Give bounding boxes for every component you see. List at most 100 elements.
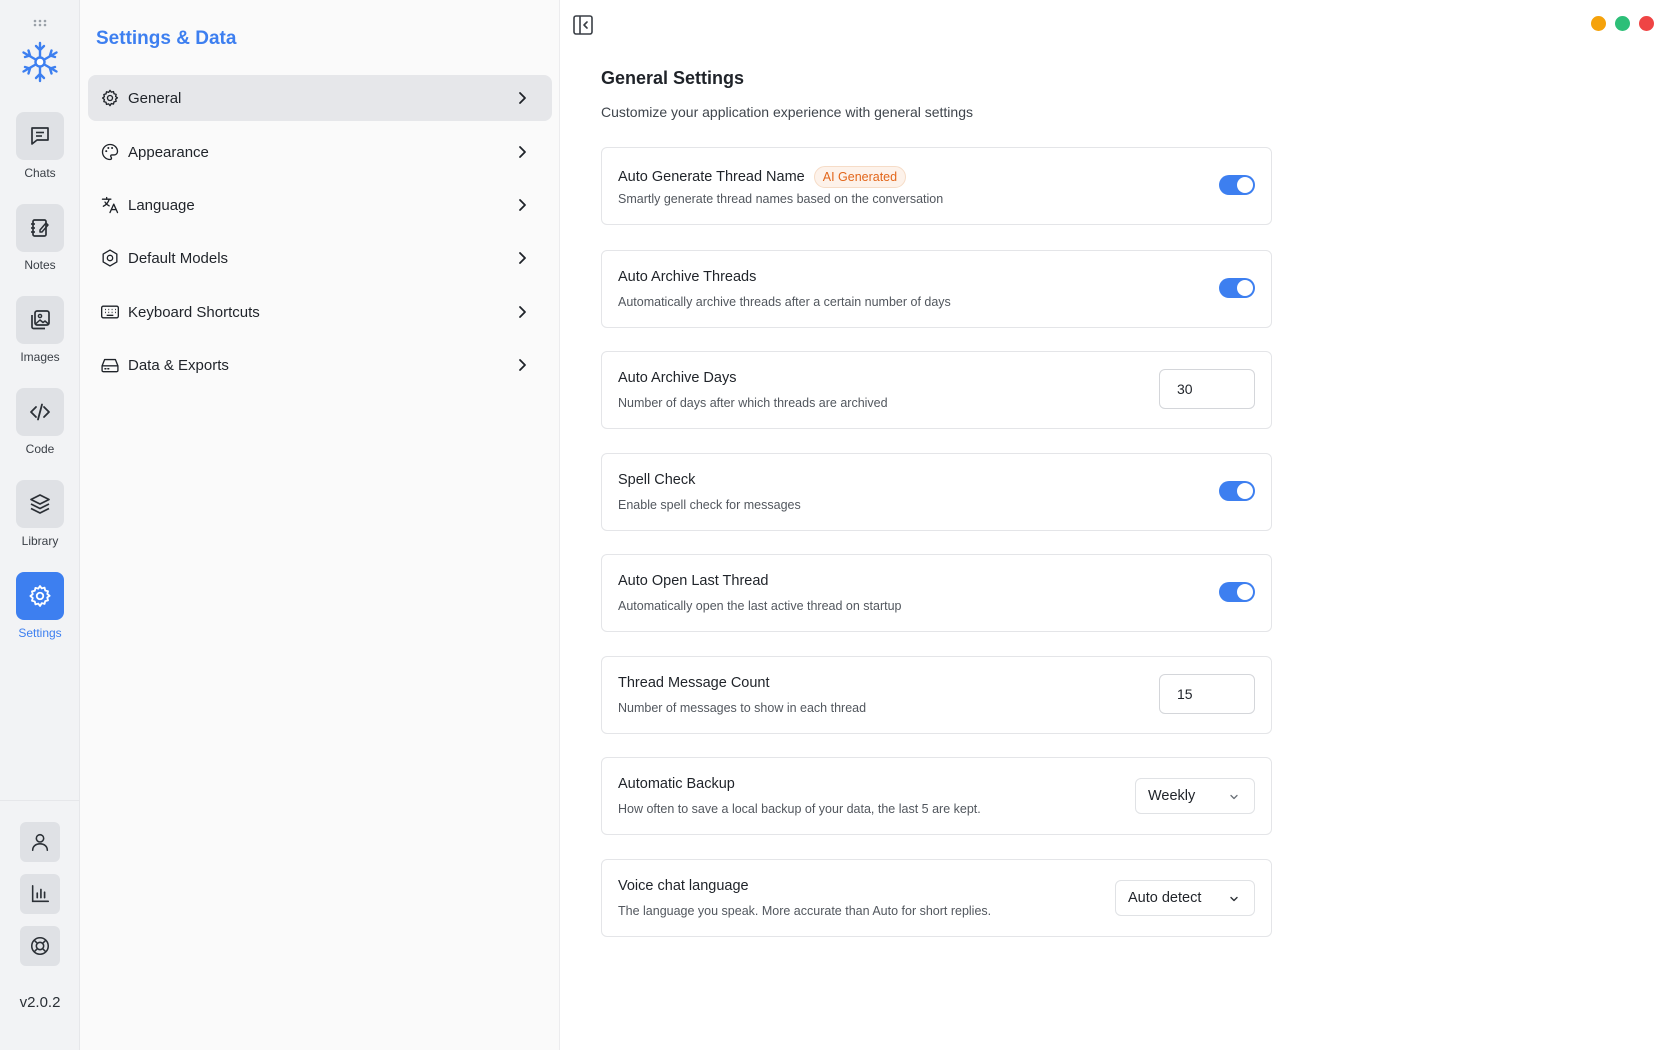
setting-title: Auto Archive Days (618, 370, 737, 386)
setting-title: Auto Generate Thread Name (618, 169, 805, 185)
automatic-backup-select[interactable]: Weekly (1135, 778, 1255, 814)
chat-icon (31, 127, 49, 145)
auto-archive-days-input[interactable] (1159, 369, 1255, 409)
ai-generated-badge: AI Generated (813, 166, 907, 188)
rail-button-chats[interactable] (16, 112, 64, 160)
rail-label: Chats (24, 166, 56, 180)
setting-voice-chat-language: Voice chat language The language you spe… (601, 859, 1272, 937)
lifebuoy-icon (30, 936, 50, 956)
rail-item-code[interactable]: Code (0, 388, 80, 456)
rail-button-code[interactable] (16, 388, 64, 436)
palette-icon (100, 142, 120, 162)
drive-icon (100, 355, 120, 375)
setting-auto-archive-threads: Auto Archive Threads Automatically archi… (601, 250, 1272, 328)
help-button[interactable] (20, 926, 60, 966)
select-value: Auto detect (1128, 890, 1202, 906)
rail-divider (0, 800, 80, 801)
voice-chat-language-select[interactable]: Auto detect (1115, 880, 1255, 916)
hexagon-icon (100, 248, 120, 268)
nav-item-default-models[interactable]: Default Models (88, 235, 552, 281)
code-icon (30, 403, 50, 421)
nav-item-general[interactable]: General (88, 75, 552, 121)
thread-message-count-input[interactable] (1159, 674, 1255, 714)
nav-item-data-exports[interactable]: Data & Exports (88, 342, 552, 388)
setting-auto-open-last-thread: Auto Open Last Thread Automatically open… (601, 554, 1272, 632)
setting-description: Smartly generate thread names based on t… (618, 192, 944, 206)
spell-check-toggle[interactable] (1219, 481, 1255, 501)
setting-title: Spell Check (618, 472, 696, 488)
profile-button[interactable] (20, 822, 60, 862)
rail-item-settings[interactable]: Settings (0, 572, 80, 640)
stats-button[interactable] (20, 874, 60, 914)
setting-title-row: Auto Generate Thread Name AI Generated (618, 166, 907, 188)
nav-item-label: Default Models (128, 249, 229, 267)
chevron-down-icon (1230, 794, 1238, 800)
auto-open-last-thread-toggle[interactable] (1219, 582, 1255, 602)
setting-thread-message-count: Thread Message Count Number of messages … (601, 656, 1272, 734)
nav-item-appearance[interactable]: Appearance (88, 129, 552, 175)
setting-title: Auto Open Last Thread (618, 573, 769, 589)
setting-description: How often to save a local backup of your… (618, 802, 981, 816)
rail-label: Library (21, 534, 59, 548)
library-icon (30, 494, 50, 514)
rail-label: Settings (18, 626, 62, 640)
setting-description: Automatically archive threads after a ce… (618, 295, 951, 309)
rail-item-images[interactable]: Images (0, 296, 80, 364)
rail-item-notes[interactable]: Notes (0, 204, 80, 272)
rail-button-images[interactable] (16, 296, 64, 344)
chevron-right-icon (519, 359, 526, 371)
rail-label: Code (25, 442, 55, 456)
rail-label: Images (20, 350, 60, 364)
rail-button-settings[interactable] (16, 572, 64, 620)
setting-description: Automatically open the last active threa… (618, 599, 902, 613)
user-icon (31, 833, 49, 852)
window-maximize-button[interactable] (1615, 16, 1630, 31)
app-rail: Chats Notes Images Code Library Settings… (0, 0, 80, 1050)
translate-icon (100, 195, 120, 215)
chevron-right-icon (519, 252, 526, 264)
nav-item-label: Data & Exports (128, 356, 229, 374)
nav-item-keyboard-shortcuts[interactable]: Keyboard Shortcuts (88, 289, 552, 335)
drag-handle-icon[interactable] (32, 18, 48, 28)
app-logo-icon (22, 41, 58, 83)
setting-description: The language you speak. More accurate th… (618, 904, 992, 918)
settings-nav: Settings & Data General Appearance Langu… (80, 0, 560, 1050)
window-close-button[interactable] (1639, 16, 1654, 31)
setting-auto-generate-thread-name: Auto Generate Thread Name AI Generated S… (601, 147, 1272, 225)
nav-item-label: Appearance (128, 143, 209, 161)
rail-item-chats[interactable]: Chats (0, 112, 80, 180)
chevron-right-icon (519, 199, 526, 211)
rail-button-library[interactable] (16, 480, 64, 528)
setting-auto-archive-days: Auto Archive Days Number of days after w… (601, 351, 1272, 429)
rail-button-notes[interactable] (16, 204, 64, 252)
chevron-right-icon (519, 92, 526, 104)
bar-chart-icon (31, 884, 50, 903)
page-title: General Settings (601, 68, 745, 88)
chevron-down-icon (1230, 896, 1238, 902)
toggle-knob (1237, 584, 1253, 600)
nav-item-label: Keyboard Shortcuts (128, 303, 260, 321)
setting-title: Auto Archive Threads (618, 269, 757, 285)
rail-item-library[interactable]: Library (0, 480, 80, 548)
collapse-sidebar-icon[interactable] (572, 14, 594, 36)
nav-item-language[interactable]: Language (88, 182, 552, 228)
images-icon (31, 310, 50, 330)
settings-nav-title: Settings & Data (96, 28, 237, 49)
setting-automatic-backup: Automatic Backup How often to save a loc… (601, 757, 1272, 835)
setting-title: Voice chat language (618, 878, 749, 894)
window-minimize-button[interactable] (1591, 16, 1606, 31)
notes-icon (31, 219, 49, 237)
keyboard-icon (100, 302, 120, 322)
auto-archive-threads-toggle[interactable] (1219, 278, 1255, 298)
chevron-right-icon (519, 306, 526, 318)
setting-title: Automatic Backup (618, 776, 735, 792)
nav-item-label: General (128, 89, 182, 107)
chevron-right-icon (519, 146, 526, 158)
rail-label: Notes (24, 258, 56, 272)
toggle-knob (1237, 483, 1253, 499)
setting-description: Enable spell check for messages (618, 498, 801, 512)
gear-icon (100, 88, 120, 108)
toggle-knob (1237, 177, 1253, 193)
auto-generate-thread-name-toggle[interactable] (1219, 175, 1255, 195)
setting-description: Number of messages to show in each threa… (618, 701, 867, 715)
